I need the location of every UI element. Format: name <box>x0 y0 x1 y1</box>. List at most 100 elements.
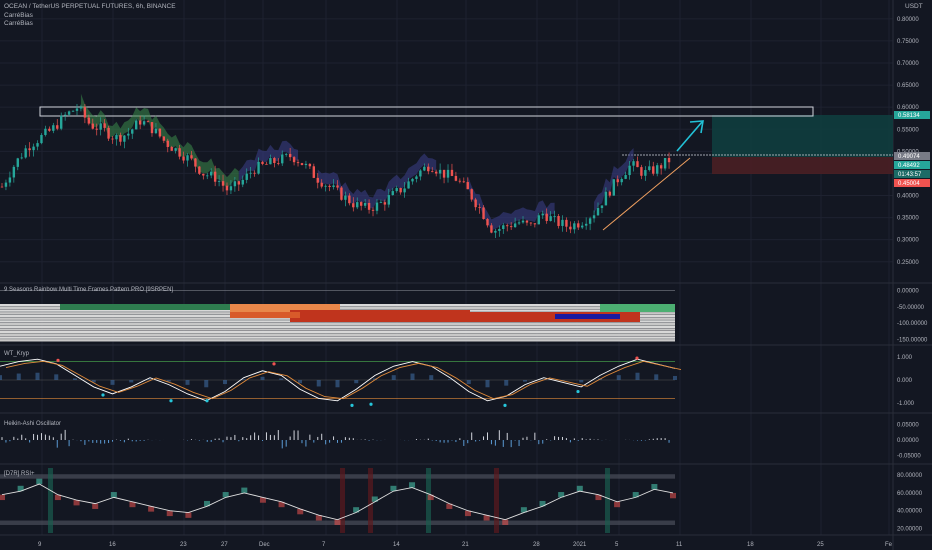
candle-body <box>257 161 260 174</box>
candle-body <box>490 225 493 233</box>
candle-body <box>632 161 635 166</box>
rainbow-band <box>0 325 675 328</box>
wt-signal-dot <box>169 399 173 403</box>
rsi-signal-column <box>48 468 53 533</box>
indicator-label-2[interactable]: CarréBias <box>4 20 34 27</box>
candle-body <box>644 170 647 176</box>
candle-body <box>596 208 600 216</box>
last-price-badge: 0.48492 <box>894 161 930 169</box>
candle-body <box>4 182 8 187</box>
candle-body <box>87 117 91 124</box>
candle-body <box>336 185 339 188</box>
candle-body <box>146 121 150 123</box>
candle-body <box>454 175 458 181</box>
pane-axis-tick: -100.00000 <box>897 321 928 327</box>
candle-body <box>206 175 209 177</box>
candle-body <box>277 162 280 164</box>
candle-body <box>498 229 501 231</box>
candle-body <box>131 129 134 134</box>
candle-body <box>209 171 213 176</box>
candle-body <box>123 135 126 142</box>
wt-signal-dot <box>503 403 507 407</box>
price-axis-tick: 0.65000 <box>897 83 919 89</box>
candle-body <box>431 171 434 173</box>
candle-body <box>379 202 383 203</box>
pane-axis-tick: 20.00000 <box>897 527 923 533</box>
candle-body <box>407 181 410 189</box>
candle-body <box>458 180 462 182</box>
candle-body <box>513 223 517 228</box>
candle-body <box>332 185 335 188</box>
rainbow-pane-title[interactable]: 9 Seasons Rainbow Multi Time Frames Patt… <box>4 287 173 293</box>
price-axis-tick: 0.55000 <box>897 127 919 133</box>
candle-body <box>509 226 513 228</box>
candle-body <box>419 170 422 177</box>
stop-zone[interactable] <box>712 157 893 174</box>
candle-body <box>565 219 568 227</box>
candle-body <box>28 148 31 151</box>
pane-axis-tick: 0.000 <box>897 378 913 384</box>
candle-body <box>273 158 276 163</box>
candle-body <box>517 222 521 224</box>
candle-body <box>446 169 450 178</box>
candle-body <box>249 172 252 174</box>
candle-body <box>344 195 347 200</box>
wt-signal-dot <box>205 399 209 403</box>
pane-axis-tick: 1.000 <box>897 355 913 361</box>
candle-body <box>304 163 308 165</box>
candle-body <box>423 166 426 171</box>
stop-price-badge: 0.45004 <box>894 179 930 187</box>
wt-signal-dot <box>635 356 639 360</box>
svg-text:01:43:57: 01:43:57 <box>898 172 922 178</box>
wt-signal-dot <box>272 362 276 366</box>
candle-body <box>604 191 608 206</box>
candle-body <box>158 128 162 137</box>
candle-body <box>340 187 343 200</box>
candle-body <box>367 202 371 210</box>
price-axis-tick: 0.40000 <box>897 194 919 200</box>
candle-body <box>541 213 544 216</box>
candle-body <box>40 134 43 144</box>
wt-signal-dot <box>576 389 580 394</box>
candle-body <box>186 155 189 161</box>
candle-body <box>115 135 118 140</box>
candle-body <box>213 171 217 182</box>
candle-body <box>474 199 477 208</box>
candle-body <box>387 195 391 205</box>
candle-body <box>237 181 241 185</box>
candle-body <box>573 223 576 230</box>
wt-signal-dot <box>350 403 354 407</box>
target-zone[interactable] <box>712 115 893 157</box>
chart-canvas[interactable]: 0.80000 0.75000 0.70000 0.65000 0.60000 0.550… <box>0 0 932 550</box>
pane-axis-tick: 0.00000 <box>897 438 919 444</box>
candle-body <box>91 123 94 129</box>
candle-body <box>592 215 596 219</box>
candle-body <box>44 128 47 135</box>
candle-body <box>71 110 75 112</box>
candle-body <box>363 202 367 206</box>
candle-body <box>269 158 272 165</box>
candle-body <box>79 106 83 109</box>
rsi-pane-title[interactable]: [D7R] RSI+ <box>4 471 35 477</box>
candle-body <box>521 220 525 223</box>
candle-body <box>656 165 659 174</box>
candle-body <box>32 146 35 151</box>
candle-body <box>506 225 509 227</box>
wt-pane-title[interactable]: WT_Kryp <box>4 351 30 357</box>
candle-body <box>12 166 16 178</box>
rsi-upper-band <box>0 474 675 479</box>
candle-body <box>608 191 612 196</box>
candle-body <box>0 186 4 188</box>
candle-body <box>403 188 406 193</box>
candle-body <box>462 181 466 183</box>
indicator-label-1[interactable]: CarréBias <box>4 12 34 19</box>
ha-pane-title[interactable]: Heikin-Ashi Oscillator <box>4 421 61 427</box>
candle-body <box>450 169 454 176</box>
candle-body <box>217 181 221 182</box>
candle-body <box>352 203 355 208</box>
candle-body <box>557 216 560 226</box>
symbol-title[interactable]: OCEAN / TetherUS PERPETUAL FUTURES, 6h, … <box>4 3 176 10</box>
candle-body <box>415 176 418 179</box>
candle-body <box>561 219 564 226</box>
candle-body <box>253 172 256 174</box>
